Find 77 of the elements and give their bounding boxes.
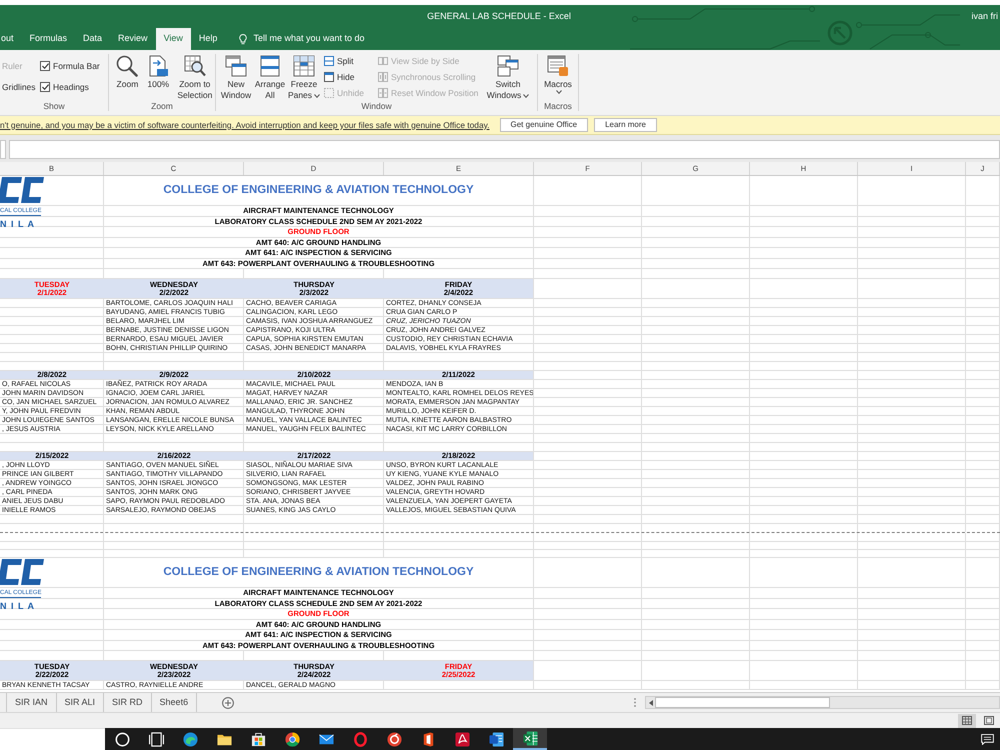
freeze-panes-button[interactable]: Freeze Panes [287, 50, 321, 101]
horizontal-scrollbar[interactable] [645, 696, 1000, 709]
split-button[interactable]: Split [324, 53, 374, 69]
group-label: Macros [544, 101, 572, 113]
zoom-100-button[interactable]: 100% [144, 50, 173, 101]
window-icon [324, 72, 334, 82]
group-label: Window [360, 101, 393, 113]
ribbon-tab[interactable]: Help [190, 28, 226, 50]
ring-icon [352, 732, 368, 746]
zoom-button[interactable]: Zoom [113, 50, 142, 101]
logo-icon [0, 559, 44, 585]
logo-text: N I L A [0, 219, 36, 229]
add-sheet-icon[interactable] [222, 696, 234, 708]
spreadsheet-tile-icon [522, 730, 538, 746]
stacked-panes-icon [259, 55, 281, 77]
ribbon-tab[interactable]: Formulas [22, 28, 76, 50]
ribbon-tab[interactable]: View [156, 28, 191, 50]
reset-pages-icon [378, 88, 388, 98]
option-label[interactable]: Formula Bar [53, 60, 100, 72]
zoom-to-selection-button[interactable]: Zoom to Selection [174, 50, 216, 101]
magnifier-icon [116, 55, 138, 77]
page-layout-icon [984, 716, 994, 725]
option-label[interactable]: Headings [53, 80, 89, 94]
envelope-icon [318, 732, 334, 746]
grid-panes-icon [293, 55, 315, 77]
notification-icon[interactable] [981, 734, 994, 744]
college-title: COLLEGE OF ENGINEERING & AVIATION TECHNOLOGY [163, 184, 474, 196]
user-name[interactable]: ivan fri [971, 10, 998, 24]
task-view-icon [148, 732, 164, 746]
logo-icon [0, 177, 44, 203]
two-pages-icon [378, 56, 388, 66]
taskbar-button[interactable] [513, 728, 547, 750]
ribbon-tab[interactable]: out [0, 28, 22, 50]
group-label: Zoom [150, 101, 174, 113]
group-label: Show [42, 101, 66, 113]
normal-view-button[interactable] [958, 714, 976, 728]
notice-link[interactable]: n't genuine, and you may be a victim of software counterfeiting. Avoid interruption and keep your files safe with genuine Office today. [0, 118, 490, 132]
swirl-icon [182, 732, 198, 746]
round-app-icon [386, 732, 402, 746]
grid-icon [962, 716, 972, 725]
option-label[interactable]: Gridlines [2, 80, 36, 94]
arrange-all-button[interactable]: Arrange All [253, 50, 287, 101]
circle-icon [114, 732, 130, 746]
split-window-icon [324, 56, 334, 66]
overlapping-windows-icon [497, 55, 519, 77]
split-handle-icon[interactable] [634, 698, 636, 707]
dashed-window-icon [324, 88, 334, 98]
formula-bar-field[interactable] [9, 140, 1000, 159]
linked-pages-icon [378, 72, 388, 82]
checkbox[interactable] [40, 61, 50, 71]
logo-text: N I L A [0, 601, 36, 611]
new-window-button[interactable]: New Window [219, 50, 253, 101]
macro-sheet-icon [547, 55, 569, 77]
lightbulb-icon [239, 34, 248, 44]
hide-button[interactable]: Hide [324, 69, 374, 85]
document-tile-icon [488, 732, 504, 746]
ring-logo-icon [284, 732, 300, 746]
page-arrow-icon [147, 55, 170, 77]
college-title: COLLEGE OF ENGINEERING & AVIATION TECHNOLOGY [163, 566, 474, 578]
ribbon-tab[interactable]: Data [75, 28, 110, 50]
tick-icon [42, 84, 48, 90]
checkbox[interactable] [40, 82, 50, 92]
notice-button[interactable]: Learn more [594, 118, 657, 132]
tell-me-field[interactable]: Tell me what you want to do [253, 32, 378, 46]
grid-magnifier-icon [184, 55, 206, 77]
bag-icon [250, 732, 266, 746]
notice-button[interactable]: Get genuine Office [500, 118, 588, 132]
two-windows-icon [225, 55, 247, 77]
scroll-thumb[interactable] [655, 697, 830, 708]
window-title: GENERAL LAB SCHEDULE - Excel [427, 10, 571, 23]
tick-icon [42, 63, 48, 69]
macros-button[interactable]: Macros [539, 50, 577, 101]
name-box-field[interactable] [0, 140, 6, 159]
scroll-left-icon[interactable] [648, 700, 652, 706]
ribbon-tab[interactable]: Review [110, 28, 156, 50]
switch-windows-button[interactable]: Switch Windows [482, 50, 534, 101]
swirl-tile-icon [454, 732, 470, 746]
